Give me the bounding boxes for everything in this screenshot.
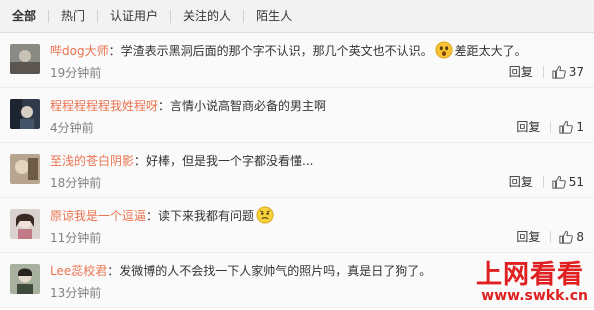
comment-username[interactable]: 至浅的苍白阴影 — [50, 154, 134, 168]
comment-username[interactable]: 原谅我是一个逗逼 — [50, 209, 146, 223]
tab-following[interactable]: 关注的人 — [171, 0, 243, 32]
comment-time: 4分钟前 — [50, 121, 94, 135]
comment-username[interactable]: 哔dog大师 — [50, 44, 109, 58]
comment-text: 好棒，但是我一个字都没看懂... — [146, 154, 314, 168]
tab-hot[interactable]: 热门 — [49, 0, 97, 32]
comment-text: 言情小说高智商必备的男主啊 — [170, 99, 327, 113]
comment-username[interactable]: 程程程程程我姓程呀 — [50, 99, 158, 113]
comment-text-continued: 差距太大了。 — [454, 44, 527, 58]
comment-content: 原谅我是一个逗逼：读下来我都有问题 — [50, 206, 584, 226]
filter-tab-bar: 全部 热门 认证用户 关注的人 陌生人 — [0, 0, 594, 33]
reply-button[interactable]: 回复 — [516, 228, 540, 245]
comment-colon: ： — [158, 99, 171, 113]
like-icon[interactable] — [559, 120, 574, 134]
avatar[interactable] — [10, 44, 40, 74]
comment-colon: ： — [146, 209, 159, 223]
avatar[interactable] — [10, 99, 40, 129]
avatar[interactable] — [10, 209, 40, 239]
reply-button[interactable]: 回复 — [509, 173, 533, 190]
comment-actions: 回复 1 — [516, 118, 584, 135]
avatar[interactable] — [10, 154, 40, 184]
comment-colon: ： — [108, 44, 121, 58]
like-count: 51 — [568, 174, 584, 189]
comment-content: 至浅的苍白阴影：好棒，但是我一个字都没看懂... — [50, 151, 584, 171]
tab-verified-users[interactable]: 认证用户 — [98, 0, 170, 32]
like-count: 37 — [568, 64, 584, 79]
comment-item: 至浅的苍白阴影：好棒，但是我一个字都没看懂... 18分钟前 回复 51 — [0, 143, 594, 198]
action-divider — [550, 120, 552, 133]
comment-colon: ： — [107, 264, 120, 278]
avatar[interactable] — [10, 264, 40, 294]
like-icon[interactable] — [552, 65, 566, 79]
like-icon[interactable] — [552, 175, 566, 189]
tab-all[interactable]: 全部 — [0, 0, 48, 32]
comment-item: 哔dog大师：学渣表示黑洞后面的那个字不认识，那几个英文也不认识。 差距太大了。 … — [0, 33, 594, 88]
action-divider — [542, 65, 544, 78]
comment-content: 程程程程程我姓程呀：言情小说高智商必备的男主啊 — [50, 96, 584, 116]
comment-username[interactable]: Lee蕊校君 — [50, 264, 107, 278]
comment-time: 11分钟前 — [50, 231, 102, 245]
tab-strangers[interactable]: 陌生人 — [244, 0, 304, 32]
comment-item: 原谅我是一个逗逼：读下来我都有问题 11分钟前 回复 8 — [0, 198, 594, 253]
like-icon[interactable] — [559, 230, 574, 244]
comment-item: Lee蕊校君：发微博的人不会找一下人家帅气的照片吗，真是日了狗了。 13分钟前 — [0, 253, 594, 308]
confused-emoji-icon — [256, 206, 274, 224]
comment-text: 学渣表示黑洞后面的那个字不认识，那几个英文也不认识。 — [120, 44, 433, 58]
comment-item: 程程程程程我姓程呀：言情小说高智商必备的男主啊 4分钟前 回复 1 — [0, 88, 594, 143]
comment-time: 18分钟前 — [50, 176, 102, 190]
surprised-emoji-icon — [435, 41, 453, 59]
reply-button[interactable]: 回复 — [509, 63, 533, 80]
comment-content: 哔dog大师：学渣表示黑洞后面的那个字不认识，那几个英文也不认识。 差距太大了。 — [50, 41, 584, 61]
comment-text: 读下来我都有问题 — [158, 209, 255, 223]
action-divider — [542, 175, 544, 188]
reply-button[interactable]: 回复 — [516, 118, 540, 135]
action-divider — [550, 230, 552, 243]
like-count: 8 — [576, 229, 584, 244]
comment-content: Lee蕊校君：发微博的人不会找一下人家帅气的照片吗，真是日了狗了。 — [50, 261, 584, 281]
comment-colon: ： — [134, 154, 147, 168]
comment-time: 19分钟前 — [50, 66, 102, 80]
comment-actions: 回复 8 — [516, 228, 584, 245]
like-count: 1 — [576, 119, 584, 134]
comment-text: 发微博的人不会找一下人家帅气的照片吗，真是日了狗了。 — [119, 264, 432, 278]
comment-time: 13分钟前 — [50, 286, 102, 300]
comment-actions: 回复 51 — [509, 173, 584, 190]
comment-actions: 回复 37 — [509, 63, 584, 80]
